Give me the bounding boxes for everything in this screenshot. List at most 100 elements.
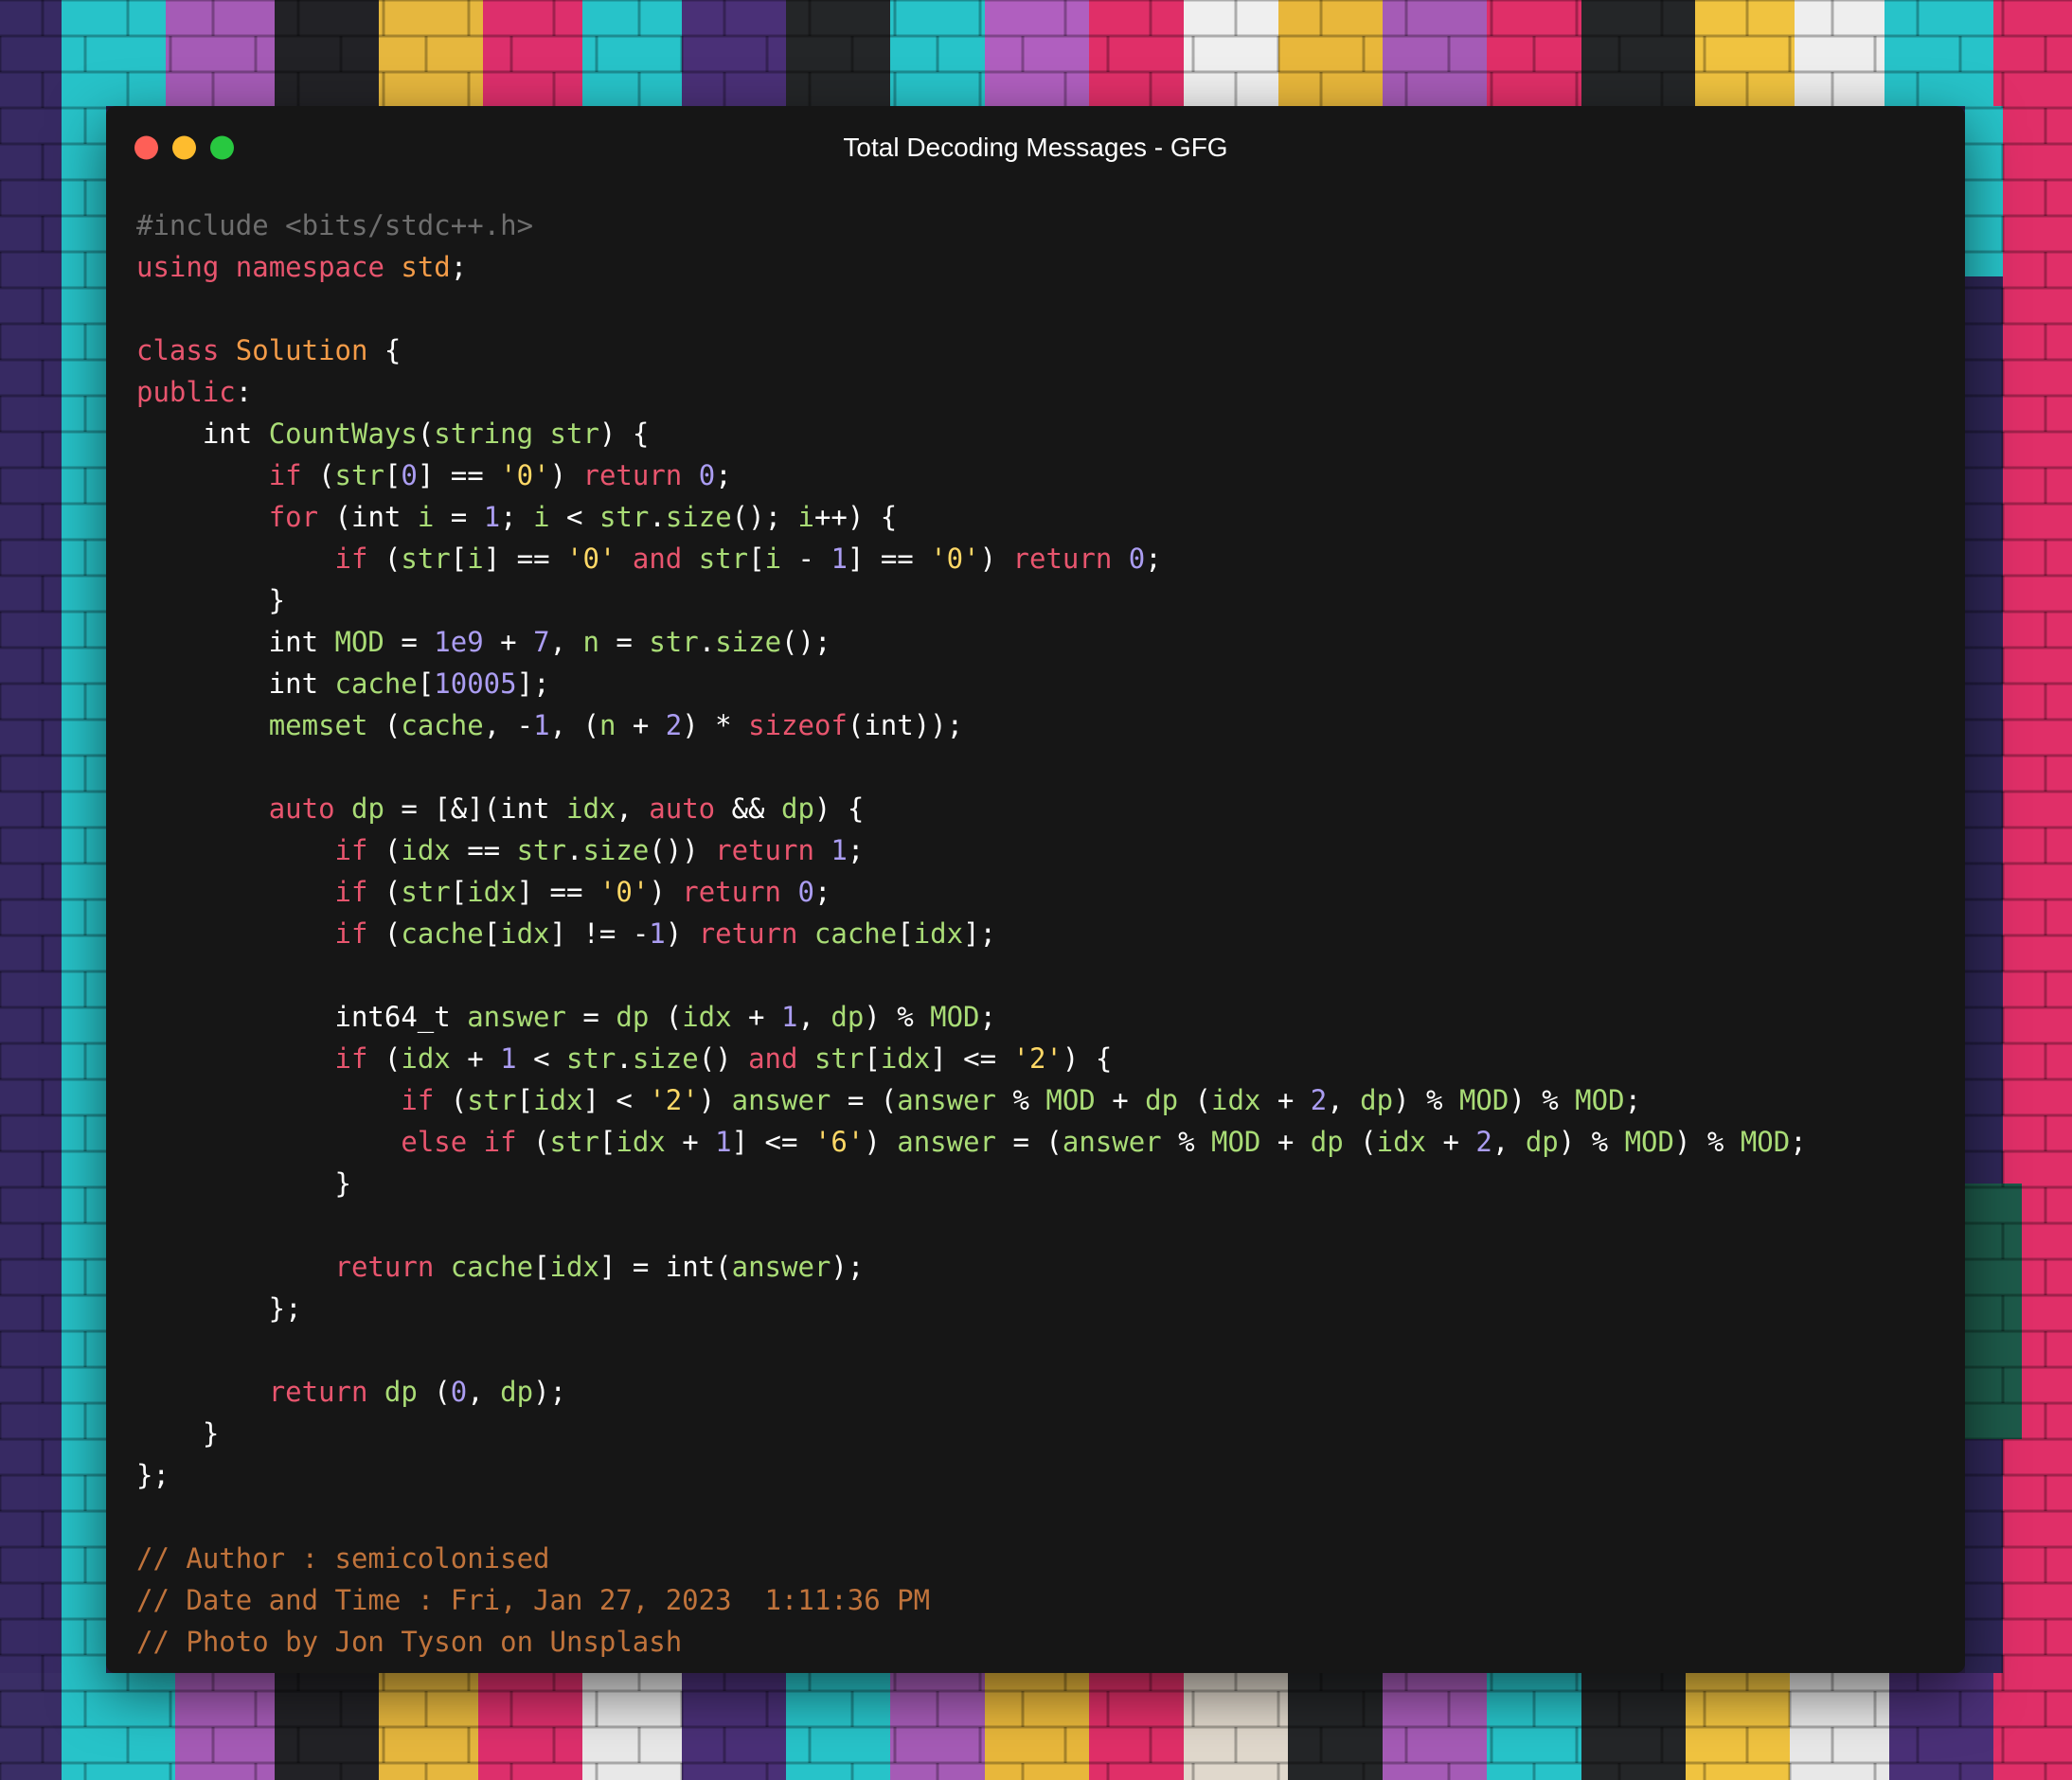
- code-token: i: [533, 501, 550, 533]
- code-line: };: [136, 1288, 1807, 1329]
- code-token: ];: [516, 668, 550, 700]
- code-token: answer: [731, 1251, 831, 1283]
- code-token: (int));: [847, 709, 964, 741]
- code-token: i: [417, 501, 435, 533]
- code-token: =: [565, 1001, 616, 1033]
- code-token: <: [516, 1042, 566, 1075]
- code-token: size: [665, 501, 732, 533]
- code-token: 0: [450, 1376, 468, 1408]
- code-token: ) %: [864, 1001, 931, 1033]
- code-token: dp: [780, 792, 814, 825]
- code-token: cache: [401, 709, 484, 741]
- code-token: using: [136, 251, 220, 283]
- code-token: 1: [533, 709, 550, 741]
- code-token: (: [417, 1376, 451, 1408]
- code-token: cache: [334, 668, 418, 700]
- code-token: '6': [813, 1126, 865, 1158]
- code-token: idx: [401, 1042, 451, 1075]
- code-token: dp: [616, 1001, 650, 1033]
- code-token: ,: [797, 1001, 831, 1033]
- code-token: '2': [649, 1084, 699, 1116]
- code-token: and: [748, 1042, 798, 1075]
- code-token: MOD: [1575, 1084, 1625, 1116]
- code-token: idx: [913, 917, 964, 950]
- code-token: +: [1260, 1126, 1311, 1158]
- code-token: +: [1260, 1084, 1311, 1116]
- code-token: 1: [831, 543, 848, 575]
- code-token: size: [632, 1042, 699, 1075]
- code-token: 1: [483, 501, 501, 533]
- code-token: namespace: [235, 251, 384, 283]
- code-token: if: [334, 1042, 368, 1075]
- code-token: ();: [731, 501, 798, 533]
- code-token: if: [334, 876, 368, 908]
- code-token: idx: [549, 1251, 599, 1283]
- code-token: ) *: [682, 709, 749, 741]
- code-token: MOD: [1624, 1126, 1674, 1158]
- code-line: public:: [136, 371, 1807, 413]
- code-token: ==: [450, 834, 517, 866]
- code-token: 1e9: [434, 626, 484, 658]
- code-token: // Author : semicolonised: [136, 1542, 550, 1575]
- code-token: [: [384, 459, 402, 491]
- code-token: (: [417, 418, 435, 450]
- code-token: Solution: [235, 334, 368, 366]
- code-token: +: [1095, 1084, 1146, 1116]
- code-token: +: [616, 709, 666, 741]
- code-line: }: [136, 1163, 1807, 1204]
- code-token: str: [698, 543, 749, 575]
- code-token: (: [367, 876, 402, 908]
- code-window: Total Decoding Messages - GFG #include <…: [106, 106, 1965, 1673]
- code-token: };: [136, 1292, 302, 1325]
- code-token: (: [1343, 1126, 1377, 1158]
- code-line: }: [136, 1413, 1807, 1454]
- code-token: 1: [715, 1126, 732, 1158]
- code-token: if: [334, 917, 368, 950]
- code-token: dp: [1360, 1084, 1394, 1116]
- code-token: answer: [731, 1084, 831, 1116]
- code-token: #include <bits/stdc++.h>: [136, 209, 534, 241]
- code-token: dp: [1525, 1126, 1559, 1158]
- code-token: ,: [1327, 1084, 1361, 1116]
- code-token: return: [698, 917, 798, 950]
- code-line: return dp (0, dp);: [136, 1371, 1807, 1413]
- code-token: 0: [797, 876, 814, 908]
- code-token: (: [301, 459, 335, 491]
- code-token: // Photo by Jon Tyson on Unsplash: [136, 1626, 683, 1658]
- code-token: +: [1426, 1126, 1476, 1158]
- code-token: [: [533, 1251, 550, 1283]
- code-token: int: [136, 626, 335, 658]
- code-token: str: [467, 1084, 517, 1116]
- code-token: MOD: [1740, 1126, 1791, 1158]
- code-token: '0': [566, 543, 616, 575]
- code-token: = (: [996, 1126, 1063, 1158]
- code-token: return: [715, 834, 814, 866]
- code-token: 10005: [434, 668, 517, 700]
- code-line: if (str[0] == '0') return 0;: [136, 454, 1807, 496]
- code-token: .: [698, 626, 716, 658]
- code-token: ] ==: [847, 543, 931, 575]
- code-token: (): [698, 1042, 749, 1075]
- code-token: [: [748, 543, 765, 575]
- code-token: auto: [268, 792, 335, 825]
- code-line: // Photo by Jon Tyson on Unsplash: [136, 1621, 1807, 1663]
- code-token: (int: [318, 501, 418, 533]
- code-token: else: [401, 1126, 468, 1158]
- code-token: = (: [831, 1084, 898, 1116]
- code-line: #include <bits/stdc++.h>: [136, 205, 1807, 246]
- code-token: ;: [1145, 543, 1162, 575]
- code-line: int64_t answer = dp (idx + 1, dp) % MOD;: [136, 996, 1807, 1038]
- code-token: '0': [930, 543, 980, 575]
- code-line: for (int i = 1; i < str.size(); i++) {: [136, 496, 1807, 538]
- code-line: };: [136, 1454, 1807, 1496]
